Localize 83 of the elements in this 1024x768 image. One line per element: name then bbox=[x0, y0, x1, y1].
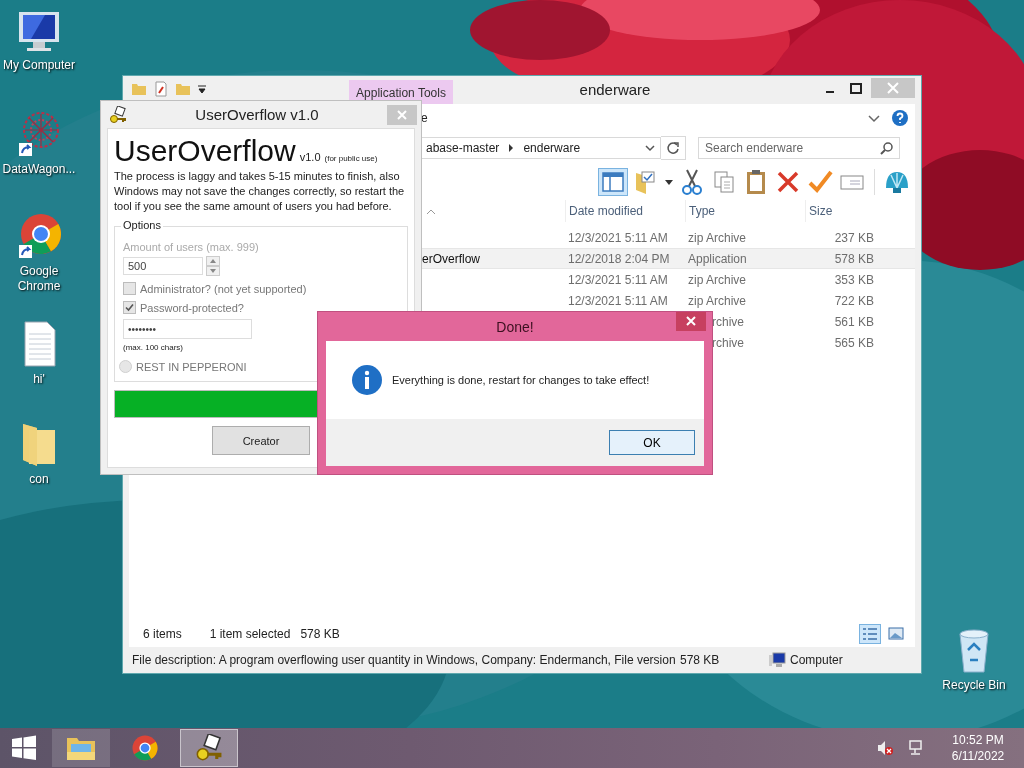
dropdown-icon[interactable] bbox=[644, 142, 656, 154]
info-icon bbox=[351, 364, 383, 396]
explorer-taskbar-button[interactable] bbox=[52, 729, 110, 767]
file-size: 578 KB bbox=[834, 251, 874, 266]
field-label: Amount of users (max. 999) bbox=[123, 241, 259, 253]
number-field[interactable]: 500 bbox=[123, 257, 203, 275]
hint-text: (max. 100 chars) bbox=[123, 343, 184, 352]
desktop-icon-label[interactable]: Google Chrome bbox=[14, 264, 64, 294]
file-size: 722 KB bbox=[834, 293, 874, 308]
edition-label: (for public use) bbox=[324, 154, 378, 163]
column-header[interactable]: Type bbox=[685, 200, 805, 222]
search-icon[interactable] bbox=[880, 141, 894, 155]
window-title: enderware bbox=[578, 80, 652, 100]
search-field[interactable]: Search enderware bbox=[698, 137, 900, 159]
password-field[interactable]: •••••••• bbox=[123, 319, 252, 339]
dialog-message: Everything is done, restart for changes to take effect! bbox=[392, 374, 650, 386]
sort-caret-icon[interactable] bbox=[426, 209, 436, 215]
file-row[interactable]: 12/3/2021 5:11 AM zip Archive 353 KB bbox=[422, 269, 915, 290]
file-date: 12/3/2021 5:11 AM bbox=[568, 272, 668, 287]
radio-label: REST IN PEPPERONI bbox=[136, 360, 247, 373]
checkbox-label: Administrator? (not yet supported) bbox=[140, 282, 307, 295]
file-description: File description: A program overflowing user quantity in Windows, Company: Endermanch, File version bbox=[132, 653, 677, 667]
file-size: 237 KB bbox=[834, 230, 874, 245]
file-type: zip Archive bbox=[688, 230, 747, 245]
group-label: Options bbox=[121, 219, 163, 231]
breadcrumb-arrow-icon bbox=[507, 144, 516, 152]
computer-icon bbox=[768, 652, 786, 668]
radio-button[interactable] bbox=[119, 360, 132, 373]
checkmark-icon[interactable] bbox=[806, 168, 834, 196]
file-date: 12/3/2021 5:11 AM bbox=[568, 230, 668, 245]
file-type: zip Archive bbox=[688, 272, 747, 287]
file-date: 12/2/2018 2:04 PM bbox=[568, 251, 670, 266]
round-logo-icon bbox=[130, 733, 160, 763]
file-type: rchive bbox=[712, 335, 744, 350]
app-heading: UserOverflow bbox=[114, 133, 296, 169]
file-type: zip Archive bbox=[688, 293, 747, 308]
file-size: 353 KB bbox=[834, 272, 874, 287]
clock-date[interactable]: 6/11/2022 bbox=[951, 748, 1005, 764]
key-icon bbox=[195, 734, 223, 762]
clock-time[interactable]: 10:52 PM bbox=[952, 732, 1004, 748]
column-header[interactable]: Size bbox=[805, 200, 880, 222]
checkbox[interactable] bbox=[123, 282, 136, 295]
file-size: 578 KB bbox=[680, 653, 721, 667]
selection-info: 1 item selected bbox=[209, 627, 291, 641]
item-count: 6 items bbox=[143, 627, 182, 641]
column-header[interactable]: Date modified bbox=[565, 200, 685, 222]
preview-pane-icon[interactable] bbox=[598, 168, 628, 196]
creator-button[interactable]: Creator bbox=[212, 426, 310, 455]
desktop-icon-label[interactable]: My Computer bbox=[3, 58, 75, 73]
file-row[interactable]: 12/3/2021 5:11 AM zip Archive 722 KB bbox=[422, 290, 915, 311]
properties-icon[interactable] bbox=[153, 81, 169, 97]
checkbox-label: Password-protected? bbox=[140, 301, 244, 314]
help-icon[interactable] bbox=[891, 108, 909, 127]
file-date: 12/3/2021 5:11 AM bbox=[568, 293, 668, 308]
spinner-icon[interactable] bbox=[206, 256, 220, 276]
file-name: erOverflow bbox=[422, 251, 480, 266]
file-type: rchive bbox=[712, 314, 744, 329]
window-title: UserOverflow v1.0 bbox=[194, 106, 320, 123]
info-paragraph: The process is laggy and takes 5-15 minutes to finish, also Windows may not save the changes correctly, so restart the tool if you see the same amount of users you had before. bbox=[114, 169, 406, 214]
start-icon[interactable] bbox=[10, 734, 38, 762]
muted-speaker-icon[interactable] bbox=[876, 739, 894, 757]
selection-size: 578 KB bbox=[300, 627, 340, 641]
location-label: Computer bbox=[790, 653, 843, 667]
file-row[interactable]: 12/3/2021 5:11 AM zip Archive 237 KB bbox=[422, 227, 915, 248]
file-size: 561 KB bbox=[834, 314, 874, 329]
close-icon[interactable] bbox=[676, 312, 706, 331]
selected-file-row[interactable]: erOverflow 12/2/2018 2:04 PM Application 578 KB bbox=[422, 248, 915, 269]
file-type: Application bbox=[688, 251, 747, 266]
key-icon bbox=[109, 105, 127, 124]
desktop-icon-label[interactable]: DataWagon... bbox=[2, 162, 76, 177]
file-size: 565 KB bbox=[834, 335, 874, 350]
desktop-icon-label[interactable]: hi' bbox=[33, 372, 45, 387]
app-taskbar-button[interactable] bbox=[180, 729, 238, 767]
dialog-title: Done! bbox=[496, 318, 534, 335]
ribbon-tab[interactable]: e bbox=[421, 110, 428, 125]
desktop-icon-label[interactable]: con bbox=[29, 472, 49, 487]
refresh-icon[interactable] bbox=[661, 136, 686, 160]
address-bar[interactable]: abase-master enderware bbox=[421, 137, 661, 159]
version-label: v1.0 bbox=[299, 151, 321, 163]
checkbox[interactable] bbox=[123, 301, 136, 314]
desktop-icon-label[interactable]: Recycle Bin bbox=[942, 678, 1006, 693]
details-view-icon[interactable] bbox=[859, 624, 881, 644]
ok-button[interactable]: OK bbox=[609, 430, 695, 455]
